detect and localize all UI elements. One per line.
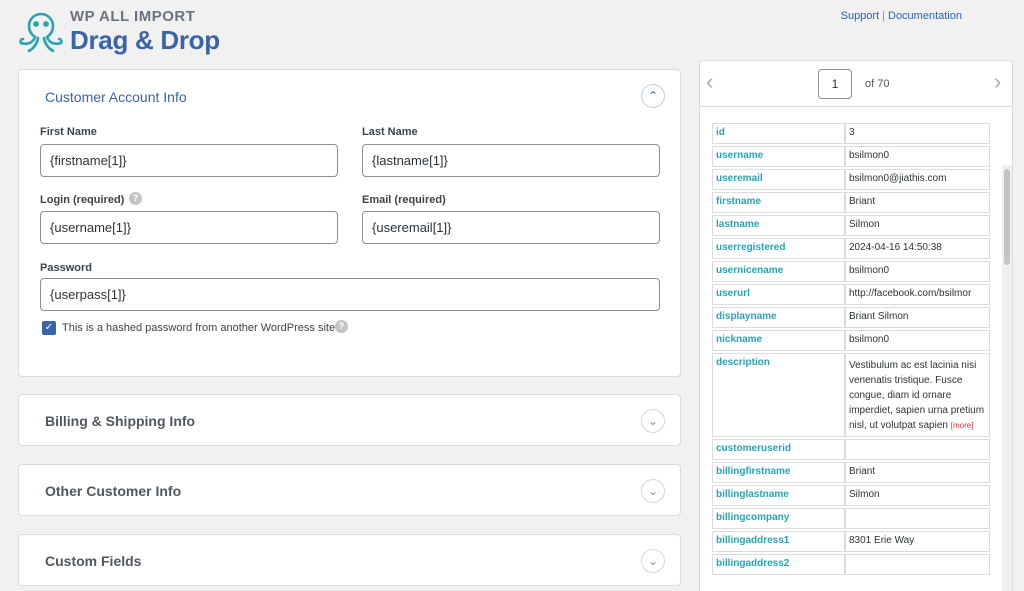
field-value: Briant — [845, 462, 990, 483]
field-key: id — [712, 123, 845, 144]
field-value: 8301 Erie Way — [845, 531, 990, 552]
first-name-label: First Name — [40, 126, 97, 138]
field-key: lastname — [712, 215, 845, 236]
field-value: bsilmon0 — [845, 330, 990, 351]
first-name-input[interactable] — [40, 144, 338, 177]
field-key: billingaddress2 — [712, 554, 845, 575]
previous-record-icon[interactable]: ‹ — [706, 69, 713, 95]
last-name-label: Last Name — [362, 126, 418, 138]
login-input[interactable] — [40, 211, 338, 244]
field-key: displayname — [712, 307, 845, 328]
custom-fields-title[interactable]: Custom Fields — [45, 553, 141, 569]
customer-account-title[interactable]: Customer Account Info — [45, 89, 187, 105]
table-row: billingaddress2 — [712, 554, 990, 575]
table-row: userregistered 2024-04-16 14:50:38 — [712, 238, 990, 259]
field-value: bsilmon0 — [845, 146, 990, 167]
field-value — [845, 439, 990, 460]
table-row: billinglastname Silmon — [712, 485, 990, 506]
more-link[interactable]: [more] — [951, 421, 974, 430]
password-input[interactable] — [40, 278, 660, 311]
field-value: Silmon — [845, 215, 990, 236]
record-viewer: ‹ 1 of 70 › id 3 username bsilmon0 useremail… — [699, 60, 1013, 591]
table-row: displayname Briant Silmon — [712, 307, 990, 328]
field-key: userurl — [712, 284, 845, 305]
record-table: id 3 username bsilmon0 useremail bsilmon0@jia… — [712, 121, 990, 577]
record-pager: ‹ 1 of 70 › — [700, 61, 1012, 107]
record-total: of 70 — [865, 78, 890, 90]
field-value — [845, 554, 990, 575]
help-icon[interactable]: ? — [129, 192, 142, 205]
custom-fields-panel[interactable]: Custom Fields ⌄ — [18, 534, 681, 586]
other-customer-panel[interactable]: Other Customer Info ⌄ — [18, 464, 681, 516]
link-separator: | — [882, 10, 885, 22]
field-key: firstname — [712, 192, 845, 213]
password-label: Password — [40, 262, 92, 274]
table-row: useremail bsilmon0@jiathis.com — [712, 169, 990, 190]
table-row: userurl http://facebook.com/bsilmor — [712, 284, 990, 305]
next-record-icon[interactable]: › — [994, 69, 1001, 95]
brand-title: Drag & Drop — [70, 25, 220, 55]
field-value: Briant Silmon — [845, 307, 990, 328]
field-key: billingaddress1 — [712, 531, 845, 552]
last-name-input[interactable] — [362, 144, 660, 177]
other-customer-title[interactable]: Other Customer Info — [45, 483, 181, 499]
header: WP ALL IMPORT Drag & Drop Support | Docume… — [0, 0, 1024, 62]
email-input[interactable] — [362, 211, 660, 244]
chevron-down-icon[interactable]: ⌄ — [641, 549, 665, 573]
table-row: usernicename bsilmon0 — [712, 261, 990, 282]
field-key: customeruserid — [712, 439, 845, 460]
table-row: firstname Briant — [712, 192, 990, 213]
field-value: 3 — [845, 123, 990, 144]
chevron-down-icon[interactable]: ⌄ — [641, 409, 665, 433]
table-row: billingcompany — [712, 508, 990, 529]
field-key: username — [712, 146, 845, 167]
field-value: bsilmon0 — [845, 261, 990, 282]
table-row: customeruserid — [712, 439, 990, 460]
billing-shipping-panel[interactable]: Billing & Shipping Info ⌄ — [18, 394, 681, 446]
documentation-link[interactable]: Documentation — [888, 10, 962, 22]
table-row: billingfirstname Briant — [712, 462, 990, 483]
top-links: Support | Documentation — [841, 10, 962, 22]
table-row: billingaddress1 8301 Erie Way — [712, 531, 990, 552]
octopus-logo-icon — [19, 12, 63, 53]
field-key: billingcompany — [712, 508, 845, 529]
scrollbar-thumb[interactable] — [1004, 169, 1010, 265]
field-key: billinglastname — [712, 485, 845, 506]
hashed-password-checkbox[interactable]: ✓ — [42, 321, 56, 335]
login-label: Login (required) — [40, 194, 125, 206]
table-row: id 3 — [712, 123, 990, 144]
field-key: useremail — [712, 169, 845, 190]
field-value: http://facebook.com/bsilmor — [845, 284, 990, 305]
table-row: description Vestibulum ac est lacinia nis… — [712, 353, 990, 437]
field-key: description — [712, 353, 845, 437]
field-value: bsilmon0@jiathis.com — [845, 169, 990, 190]
support-link[interactable]: Support — [841, 10, 880, 22]
table-row: username bsilmon0 — [712, 146, 990, 167]
brand-tagline: WP ALL IMPORT — [70, 8, 196, 25]
field-value: Briant — [845, 192, 990, 213]
field-value: Vestibulum ac est lacinia nisi venenatis… — [845, 353, 990, 437]
record-number-input[interactable]: 1 — [818, 69, 852, 99]
field-key: userregistered — [712, 238, 845, 259]
field-value — [845, 508, 990, 529]
table-row: lastname Silmon — [712, 215, 990, 236]
field-value: Silmon — [845, 485, 990, 506]
field-value: 2024-04-16 14:50:38 — [845, 238, 990, 259]
chevron-up-icon[interactable]: ⌃ — [641, 84, 665, 108]
field-key: billingfirstname — [712, 462, 845, 483]
hashed-password-label: This is a hashed password from another W… — [62, 322, 336, 334]
chevron-down-icon[interactable]: ⌄ — [641, 479, 665, 503]
billing-shipping-title[interactable]: Billing & Shipping Info — [45, 413, 195, 429]
table-row: nickname bsilmon0 — [712, 330, 990, 351]
customer-account-panel: Customer Account Info ⌃ First Name Last … — [18, 69, 681, 377]
field-key: usernicename — [712, 261, 845, 282]
email-label: Email (required) — [362, 194, 446, 206]
field-key: nickname — [712, 330, 845, 351]
help-icon[interactable]: ? — [335, 320, 348, 333]
